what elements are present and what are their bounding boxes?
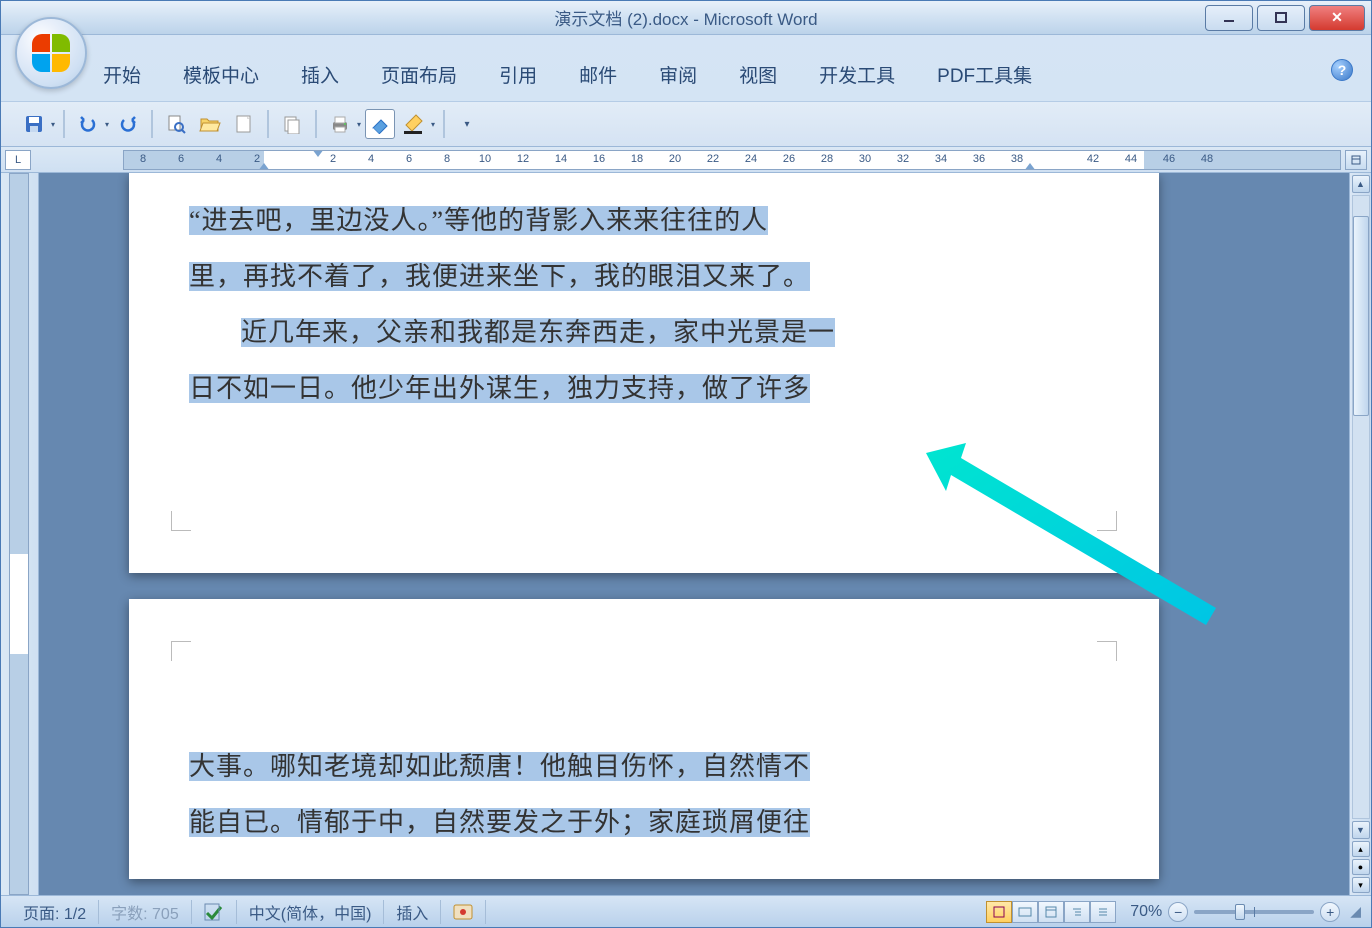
scroll-up-button[interactable]: ▲ — [1352, 175, 1370, 193]
tab-view[interactable]: 视图 — [737, 57, 779, 92]
print-preview-button[interactable] — [161, 109, 191, 139]
view-print-layout[interactable] — [986, 901, 1012, 923]
highlight-button[interactable] — [399, 109, 429, 139]
customize-qat[interactable]: ▾ — [453, 109, 483, 139]
proofing-icon — [204, 903, 224, 921]
title-bar: 演示文档 (2).docx - Microsoft Word ✕ — [1, 1, 1371, 35]
browse-object-button[interactable]: ● — [1352, 859, 1370, 875]
ribbon-tabs: 开始 模板中心 插入 页面布局 引用 邮件 审阅 视图 开发工具 PDF工具集 — [101, 57, 1034, 92]
status-wordcount[interactable]: 字数: 705 — [99, 900, 192, 924]
tab-home[interactable]: 开始 — [101, 57, 143, 92]
zoom-out-button[interactable]: − — [1168, 902, 1188, 922]
selected-text[interactable]: 大事。哪知老境却如此颓唐！他触目伤怀，自然情不 — [189, 752, 810, 781]
margin-corner-icon — [171, 511, 191, 531]
tab-selector[interactable]: L — [5, 150, 31, 170]
view-fullscreen[interactable] — [1012, 901, 1038, 923]
undo-button[interactable] — [73, 109, 103, 139]
save-icon — [24, 114, 44, 134]
brush-icon — [402, 113, 426, 135]
status-proofing[interactable] — [192, 900, 237, 924]
tab-pagelayout[interactable]: 页面布局 — [379, 57, 459, 92]
printer-icon — [329, 114, 351, 134]
status-page[interactable]: 页面: 1/2 — [11, 900, 99, 924]
resize-grip[interactable]: ◢ — [1350, 903, 1361, 920]
selected-text[interactable]: 里，再找不着了，我便进来坐下，我的眼泪又来了。 — [189, 262, 810, 291]
selected-text[interactable]: “进去吧，里边没人。”等他的背影入来来往往的人 — [189, 206, 768, 235]
window-title: 演示文档 (2).docx - Microsoft Word — [554, 5, 817, 30]
minimize-button[interactable] — [1205, 5, 1253, 31]
page-icon — [235, 114, 253, 134]
redo-icon — [118, 114, 138, 134]
tab-mailings[interactable]: 邮件 — [577, 57, 619, 92]
zoom-slider[interactable] — [1194, 910, 1314, 914]
print-dropdown[interactable]: ▾ — [357, 120, 361, 129]
redo-button[interactable] — [113, 109, 143, 139]
selected-text[interactable]: 近几年来，父亲和我都是东奔西走，家中光景是一 — [241, 318, 835, 347]
horizontal-ruler[interactable]: 8642246810121416182022242628303234363842… — [123, 150, 1341, 170]
office-logo-icon — [32, 34, 70, 72]
status-insertmode[interactable]: 插入 — [384, 900, 441, 924]
page-copy-icon — [282, 114, 302, 134]
close-button[interactable]: ✕ — [1309, 5, 1365, 31]
copy-page-button[interactable] — [277, 109, 307, 139]
tab-references[interactable]: 引用 — [497, 57, 539, 92]
zoom-level[interactable]: 70% — [1130, 903, 1162, 921]
page-2: 大事。哪知老境却如此颓唐！他触目伤怀，自然情不 能自已。情郁于中，自然要发之于外… — [129, 599, 1159, 879]
zoom-slider-thumb[interactable] — [1235, 904, 1245, 920]
scroll-down-button[interactable]: ▼ — [1352, 821, 1370, 839]
document-canvas[interactable]: “进去吧，里边没人。”等他的背影入来来往往的人 里，再找不着了，我便进来坐下，我… — [39, 173, 1349, 895]
selected-text[interactable]: 日不如一日。他少年出外谋生，独力支持，做了许多 — [189, 374, 810, 403]
status-language[interactable]: 中文(简体，中国) — [237, 900, 385, 924]
ruler-toggle-button[interactable] — [1345, 150, 1367, 170]
quick-access-toolbar: ▾ ▾ ▾ ▾ — [1, 101, 1371, 147]
scroll-thumb[interactable] — [1353, 216, 1369, 416]
highlight-dropdown[interactable]: ▾ — [431, 120, 435, 129]
selected-text[interactable]: 能自已。情郁于中，自然要发之于外；家庭琐屑便往 — [189, 808, 810, 837]
folder-open-icon — [199, 114, 221, 134]
new-doc-button[interactable] — [229, 109, 259, 139]
tab-review[interactable]: 审阅 — [657, 57, 699, 92]
help-button[interactable]: ? — [1331, 59, 1353, 81]
prev-page-button[interactable]: ▴ — [1352, 841, 1370, 857]
office-button[interactable] — [15, 17, 87, 89]
view-buttons — [986, 901, 1116, 923]
maximize-button[interactable] — [1257, 5, 1305, 31]
magnifier-page-icon — [166, 114, 186, 134]
vertical-ruler[interactable] — [1, 173, 39, 895]
margin-corner-icon — [1097, 511, 1117, 531]
view-outline[interactable] — [1064, 901, 1090, 923]
tab-pdftools[interactable]: PDF工具集 — [935, 57, 1034, 92]
eraser-button[interactable] — [365, 109, 395, 139]
macro-record-icon — [453, 904, 473, 920]
eraser-icon — [369, 114, 391, 134]
undo-dropdown[interactable]: ▾ — [105, 120, 109, 129]
ribbon: 开始 模板中心 插入 页面布局 引用 邮件 审阅 视图 开发工具 PDF工具集 … — [1, 35, 1371, 101]
view-web-layout[interactable] — [1038, 901, 1064, 923]
save-button[interactable] — [19, 109, 49, 139]
undo-icon — [78, 114, 98, 134]
horizontal-ruler-bar: L 86422468101214161820222426283032343638… — [1, 147, 1371, 173]
next-page-button[interactable]: ▾ — [1352, 877, 1370, 893]
open-button[interactable] — [195, 109, 225, 139]
tab-insert[interactable]: 插入 — [299, 57, 341, 92]
ruler-toggle-icon — [1350, 154, 1362, 166]
save-dropdown[interactable]: ▾ — [51, 120, 55, 129]
tab-developer[interactable]: 开发工具 — [817, 57, 897, 92]
quick-print-button[interactable] — [325, 109, 355, 139]
vertical-scrollbar[interactable]: ▲ ▼ ▴ ● ▾ — [1349, 173, 1371, 895]
margin-corner-icon — [171, 641, 191, 661]
zoom-controls: 70% − + — [1130, 902, 1340, 922]
tab-template[interactable]: 模板中心 — [181, 57, 261, 92]
scroll-track[interactable] — [1352, 195, 1370, 819]
margin-corner-icon — [1097, 641, 1117, 661]
status-macro[interactable] — [441, 900, 486, 924]
status-bar: 页面: 1/2 字数: 705 中文(简体，中国) 插入 70% − + ◢ — [1, 895, 1371, 927]
page-1: “进去吧，里边没人。”等他的背影入来来往往的人 里，再找不着了，我便进来坐下，我… — [129, 173, 1159, 573]
view-draft[interactable] — [1090, 901, 1116, 923]
zoom-in-button[interactable]: + — [1320, 902, 1340, 922]
